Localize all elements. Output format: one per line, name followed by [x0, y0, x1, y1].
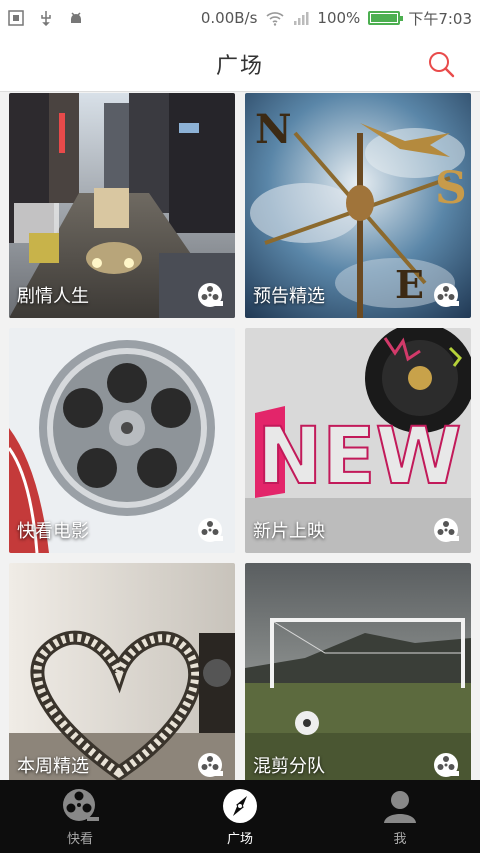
category-card-drama[interactable]: 剧情人生 [9, 93, 235, 318]
category-card-weekly-picks[interactable]: 本周精选 [9, 563, 235, 780]
film-reel-icon [63, 788, 99, 821]
network-speed: 0.00B/s [200, 9, 258, 27]
page-title: 广场 [215, 53, 264, 79]
tab-label: 我 [393, 831, 407, 847]
card-label: 剧情人生 [17, 286, 89, 307]
screenshot-icon [8, 10, 24, 26]
tab-quick-watch[interactable]: 快看 [0, 780, 160, 853]
tab-label: 快看 [66, 831, 93, 847]
wifi-icon [266, 12, 284, 26]
svg-text:N: N [255, 106, 292, 153]
tab-square[interactable]: 广场 [160, 780, 320, 853]
film-reel-icon [434, 283, 459, 307]
search-icon[interactable] [426, 49, 456, 79]
category-card-mixed-edits[interactable]: 混剪分队 [245, 563, 471, 780]
film-reel-icon [198, 518, 223, 542]
film-reel-icon [198, 283, 223, 307]
battery-percent: 100% [317, 9, 361, 27]
tab-label: 广场 [226, 831, 253, 847]
android-debug-icon [71, 12, 81, 23]
card-label: 快看电影 [17, 521, 89, 542]
film-reel-icon [198, 753, 223, 777]
category-card-quick-movies[interactable]: 快看电影 [9, 328, 235, 553]
film-reel-icon [434, 753, 459, 777]
app-header: 广场 [0, 36, 480, 92]
card-label: 本周精选 [17, 756, 89, 777]
clock: 下午7:03 [408, 9, 472, 28]
card-label: 预告精选 [253, 286, 325, 307]
card-label: 新片上映 [253, 521, 325, 542]
tab-me[interactable]: 我 [320, 780, 480, 853]
svg-text:NEW: NEW [257, 412, 462, 502]
battery-icon [368, 11, 404, 25]
category-grid: 剧情人生 N S E 预告精选 快看电影 NEW 新片上映 本周精选 混剪分队 [0, 93, 480, 780]
user-icon [384, 790, 416, 823]
svg-text:S: S [435, 163, 467, 214]
film-heart-image [9, 563, 235, 780]
soccer-goal-image [245, 563, 471, 780]
film-reel-icon [434, 518, 459, 542]
category-card-new-releases[interactable]: NEW 新片上映 [245, 328, 471, 553]
compass-icon [223, 788, 257, 823]
usb-icon [41, 11, 51, 26]
svg-text:E: E [395, 262, 424, 307]
bottom-tab-bar: 快看 广场 我 [0, 780, 480, 853]
status-bar: 0.00B/s 100% 下午7:03 [0, 0, 480, 36]
category-card-trailers[interactable]: N S E 预告精选 [245, 93, 471, 318]
signal-icon [294, 12, 309, 25]
card-label: 混剪分队 [253, 756, 325, 777]
